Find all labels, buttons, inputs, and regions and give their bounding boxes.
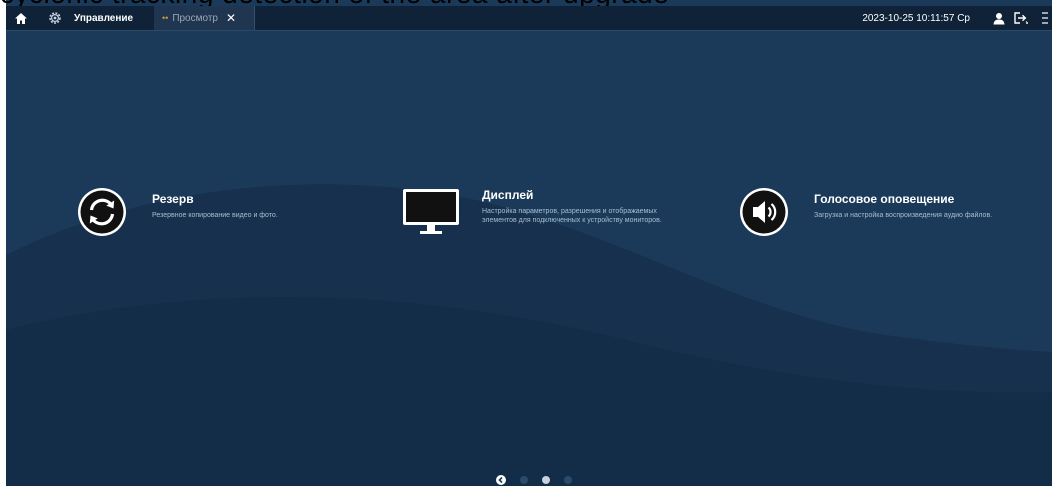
logout-button[interactable] xyxy=(1010,6,1032,30)
monitor-icon xyxy=(403,189,459,234)
tile-display[interactable]: Дисплей Настройка параметров, разрешения… xyxy=(402,186,692,238)
tile-display-description: Настройка параметров, разрешения и отобр… xyxy=(482,208,662,224)
speaker-icon xyxy=(740,188,788,236)
tab-management-label: Управление xyxy=(74,12,134,24)
close-tab-button[interactable]: ✕ xyxy=(226,11,236,25)
user-button[interactable] xyxy=(988,6,1010,30)
sync-icon xyxy=(78,188,126,236)
home-button[interactable] xyxy=(8,6,34,30)
page-dot-2[interactable] xyxy=(542,476,550,484)
tile-backup[interactable]: Резерв Резервное копирование видео и фот… xyxy=(76,186,352,238)
tile-voice-text: Голосовое оповещение Загрузка и настройк… xyxy=(814,186,1014,238)
tile-backup-description: Резервное копирование видео и фото. xyxy=(152,212,278,219)
tile-voice-announcement[interactable]: Голосовое оповещение Загрузка и настройк… xyxy=(738,186,1014,238)
more-icon xyxy=(1042,12,1048,24)
page-indicator xyxy=(496,474,586,486)
user-icon xyxy=(993,12,1005,24)
logout-icon xyxy=(1014,12,1028,24)
tile-display-title: Дисплей xyxy=(482,188,534,202)
page-dot-3[interactable] xyxy=(564,476,572,484)
chevron-left-icon[interactable] xyxy=(496,475,506,485)
tile-voice-title: Голосовое оповещение xyxy=(814,192,955,206)
tab-view-dots: •• xyxy=(162,13,169,23)
more-button[interactable] xyxy=(1038,6,1052,30)
tile-backup-title: Резерв xyxy=(152,192,194,206)
home-icon xyxy=(15,12,27,24)
gear-icon xyxy=(49,12,61,24)
page-dot-1[interactable] xyxy=(520,476,528,484)
tile-voice-description: Загрузка и настройка воспроизведения ауд… xyxy=(814,212,993,219)
settings-button[interactable] xyxy=(44,6,66,30)
tile-display-text: Дисплей Настройка параметров, разрешения… xyxy=(482,186,692,238)
tab-management[interactable]: Управление xyxy=(66,6,160,30)
top-bar: Управление •• Просмотр ✕ 2023-10-25 10:1… xyxy=(6,6,1052,31)
datetime-label: 2023-10-25 10:11:57 Ср xyxy=(862,12,970,24)
background-waves xyxy=(6,184,1052,486)
tab-view-label: Просмотр xyxy=(172,12,218,24)
tab-view[interactable]: •• Просмотр ✕ xyxy=(154,6,255,30)
tile-backup-text: Резерв Резервное копирование видео и фот… xyxy=(152,186,352,238)
datetime-display: 2023-10-25 10:11:57 Ср xyxy=(862,6,970,30)
app-window: Управление •• Просмотр ✕ 2023-10-25 10:1… xyxy=(6,0,1052,486)
